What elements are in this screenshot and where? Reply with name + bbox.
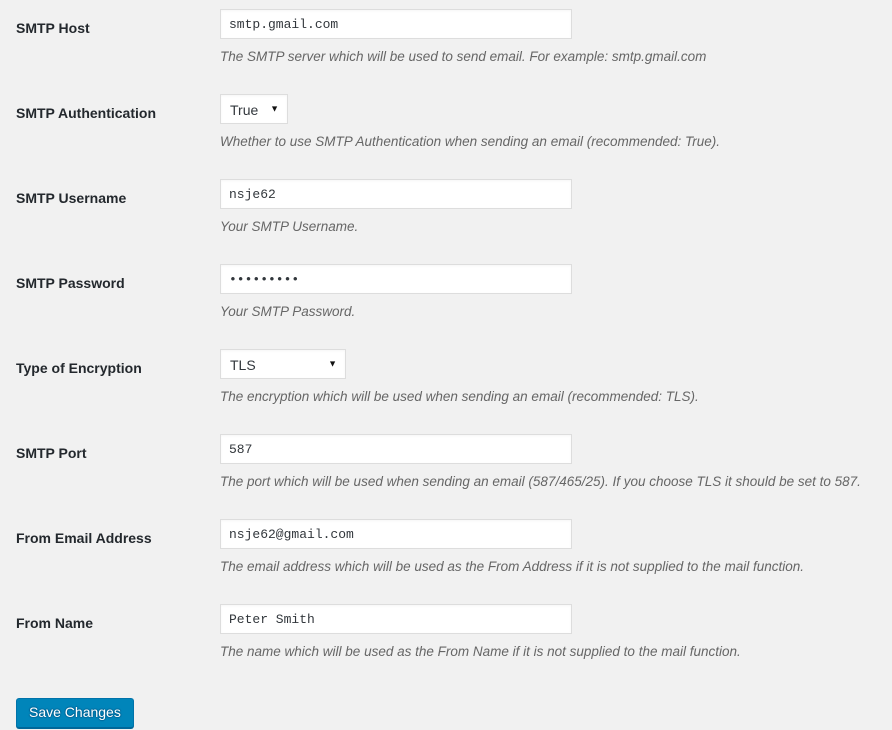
label-smtp-password: SMTP Password xyxy=(16,275,125,291)
save-changes-button[interactable]: Save Changes xyxy=(16,698,134,728)
submit-row: Save Changes xyxy=(0,680,892,728)
form-row-smtp-port: SMTP Port The port which will be used wh… xyxy=(0,425,892,510)
form-row-from-email-address: From Email Address The email address whi… xyxy=(0,510,892,595)
form-control-cell-smtp-host: The SMTP server which will be used to se… xyxy=(220,0,892,85)
type-of-encryption-select[interactable]: TLS ▼ xyxy=(220,349,346,379)
label-smtp-port: SMTP Port xyxy=(16,445,87,461)
form-row-smtp-authentication: SMTP Authentication True ▼ Whether to us… xyxy=(0,85,892,170)
control-wrap-smtp-host: The SMTP server which will be used to se… xyxy=(220,0,892,67)
description-smtp-host: The SMTP server which will be used to se… xyxy=(220,49,707,64)
form-control-cell-smtp-port: The port which will be used when sending… xyxy=(220,425,892,510)
control-wrap-smtp-password: Your SMTP Password. xyxy=(220,255,892,322)
form-label-cell-type-of-encryption: Type of Encryption xyxy=(0,340,220,425)
form-row-smtp-password: SMTP Password Your SMTP Password. xyxy=(0,255,892,340)
label-smtp-username: SMTP Username xyxy=(16,190,127,206)
label-type-of-encryption: Type of Encryption xyxy=(16,360,142,376)
form-row-from-name: From Name The name which will be used as… xyxy=(0,595,892,680)
form-control-cell-from-email-address: The email address which will be used as … xyxy=(220,510,892,595)
form-row-smtp-host: SMTP Host The SMTP server which will be … xyxy=(0,0,892,85)
form-control-cell-type-of-encryption: TLS ▼ The encryption which will be used … xyxy=(220,340,892,425)
label-smtp-host: SMTP Host xyxy=(16,20,90,36)
form-label-cell-smtp-authentication: SMTP Authentication xyxy=(0,85,220,170)
smtp-username-input[interactable] xyxy=(220,179,572,209)
description-smtp-username: Your SMTP Username. xyxy=(220,219,359,234)
control-wrap-from-name: The name which will be used as the From … xyxy=(220,595,892,662)
description-smtp-password: Your SMTP Password. xyxy=(220,304,356,319)
form-control-cell-smtp-username: Your SMTP Username. xyxy=(220,170,892,255)
description-from-name: The name which will be used as the From … xyxy=(220,644,741,659)
smtp-authentication-select[interactable]: True ▼ xyxy=(220,94,288,124)
form-control-cell-smtp-password: Your SMTP Password. xyxy=(220,255,892,340)
form-label-cell-smtp-username: SMTP Username xyxy=(0,170,220,255)
form-row-type-of-encryption: Type of Encryption TLS ▼ The encryption … xyxy=(0,340,892,425)
label-smtp-authentication: SMTP Authentication xyxy=(16,105,156,121)
settings-form-table: SMTP Host The SMTP server which will be … xyxy=(0,0,892,680)
control-wrap-from-email-address: The email address which will be used as … xyxy=(220,510,892,577)
label-from-name: From Name xyxy=(16,615,94,631)
form-row-smtp-username: SMTP Username Your SMTP Username. xyxy=(0,170,892,255)
control-wrap-smtp-username: Your SMTP Username. xyxy=(220,170,892,237)
smtp-port-input[interactable] xyxy=(220,434,572,464)
type-of-encryption-selected-value: TLS xyxy=(230,357,256,373)
description-smtp-authentication: Whether to use SMTP Authentication when … xyxy=(220,134,720,149)
form-label-cell-smtp-host: SMTP Host xyxy=(0,0,220,85)
description-type-of-encryption: The encryption which will be used when s… xyxy=(220,389,699,404)
smtp-password-input[interactable] xyxy=(220,264,572,294)
control-wrap-smtp-authentication: True ▼ Whether to use SMTP Authenticatio… xyxy=(220,85,892,152)
smtp-host-input[interactable] xyxy=(220,9,572,39)
from-email-address-input[interactable] xyxy=(220,519,572,549)
description-from-email-address: The email address which will be used as … xyxy=(220,559,805,574)
smtp-settings-form: SMTP Host The SMTP server which will be … xyxy=(0,0,892,728)
form-label-cell-smtp-port: SMTP Port xyxy=(0,425,220,510)
description-smtp-port: The port which will be used when sending… xyxy=(220,474,861,489)
form-label-cell-from-email-address: From Email Address xyxy=(0,510,220,595)
form-label-cell-from-name: From Name xyxy=(0,595,220,680)
form-control-cell-smtp-authentication: True ▼ Whether to use SMTP Authenticatio… xyxy=(220,85,892,170)
control-wrap-type-of-encryption: TLS ▼ The encryption which will be used … xyxy=(220,340,892,407)
smtp-authentication-selected-value: True xyxy=(230,102,259,118)
from-name-input[interactable] xyxy=(220,604,572,634)
control-wrap-smtp-port: The port which will be used when sending… xyxy=(220,425,892,492)
label-from-email-address: From Email Address xyxy=(16,530,152,546)
form-label-cell-smtp-password: SMTP Password xyxy=(0,255,220,340)
form-control-cell-from-name: The name which will be used as the From … xyxy=(220,595,892,680)
